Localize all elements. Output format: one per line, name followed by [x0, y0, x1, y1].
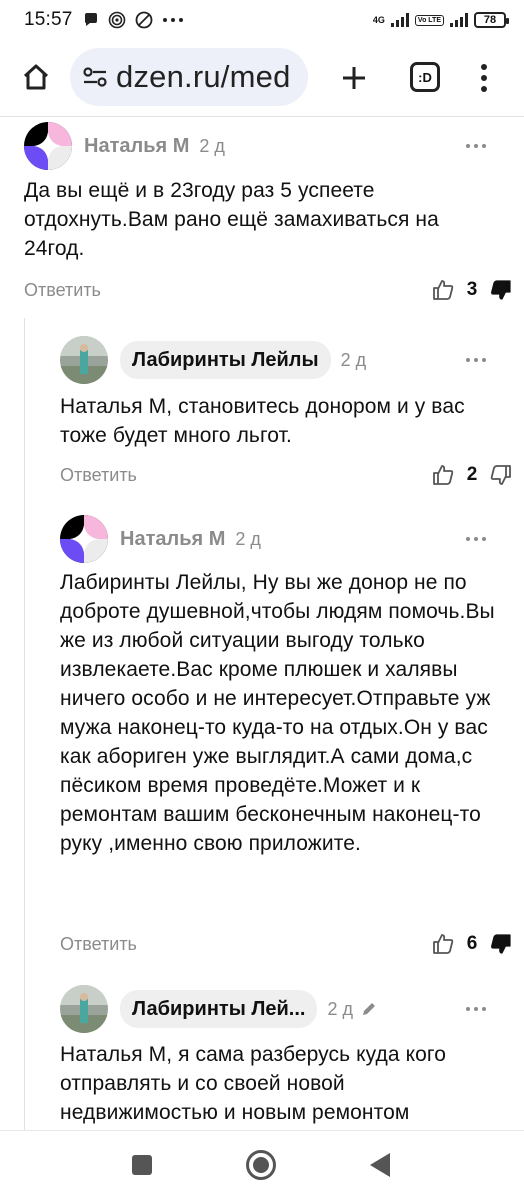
comment-more-button[interactable] [466, 144, 486, 148]
comment-date: 2 д [327, 998, 353, 1019]
votes: 2 [432, 464, 512, 486]
comment-actions: Ответить 3 [24, 278, 511, 302]
network-type: 4G [372, 14, 385, 25]
comment-date: 2 д [235, 528, 261, 549]
like-count: 2 [466, 464, 478, 485]
comment-header: Наталья М 2 д [60, 515, 261, 563]
dislike-icon[interactable] [490, 279, 512, 301]
like-icon[interactable] [432, 279, 454, 301]
comment-date: 2 д [199, 135, 225, 156]
more-notifications-icon [162, 18, 183, 22]
dislike-icon[interactable] [490, 464, 512, 486]
notification-icons [83, 11, 184, 29]
comment-text: Наталья М, я сама разберусь куда кого от… [60, 1043, 446, 1124]
comment-text: Наталья М, становитесь донором и у вас т… [60, 395, 465, 447]
new-tab-button[interactable] [336, 60, 372, 96]
thread-line [24, 318, 25, 1138]
like-icon[interactable] [432, 464, 454, 486]
comment-author[interactable]: Наталья М [120, 528, 225, 551]
reply-button[interactable]: Ответить [60, 934, 137, 955]
avatar[interactable] [60, 985, 108, 1033]
system-icons: 4G Vo LTE 78 [372, 12, 509, 28]
comment-more-button[interactable] [466, 1007, 486, 1011]
like-count: 3 [466, 279, 478, 300]
dislike-icon[interactable] [490, 933, 512, 955]
comment-author[interactable]: Наталья М [84, 135, 189, 158]
no-sim-icon [135, 11, 152, 29]
comment-date: 2 д [340, 349, 367, 370]
browser-toolbar: dzen.ru/med :D [0, 40, 524, 116]
battery-icon: 78 [474, 12, 509, 28]
back-button[interactable] [370, 1153, 390, 1177]
divider [0, 116, 524, 117]
address-bar[interactable]: dzen.ru/med [70, 48, 308, 106]
chat-bubble-icon [84, 13, 97, 26]
comment-header: Лабиринты Лейлы 2 д [60, 336, 366, 384]
home-icon [23, 64, 49, 90]
like-count: 6 [466, 933, 478, 954]
comment-header: Наталья М 2 д [24, 122, 225, 170]
comment-actions: Ответить 2 [60, 463, 511, 487]
signal-icon [390, 13, 409, 27]
recent-apps-button[interactable] [132, 1155, 152, 1175]
reply-button[interactable]: Ответить [24, 280, 101, 301]
like-icon[interactable] [432, 933, 454, 955]
votes: 6 [432, 933, 512, 955]
comment-text: Да вы ещё и в 23году раз 5 успеете отдох… [24, 179, 439, 260]
tabs-button[interactable]: :D [410, 62, 440, 92]
browser-menu-button[interactable] [472, 60, 496, 96]
site-settings-icon[interactable] [82, 66, 108, 88]
comment-more-button[interactable] [466, 358, 486, 362]
spiral-icon [108, 11, 125, 29]
comment-author[interactable]: Лабиринты Лейлы [120, 341, 331, 379]
edited-pencil-icon [362, 1003, 375, 1015]
plus-icon [343, 67, 365, 89]
system-nav-bar [0, 1131, 524, 1200]
status-bar: 15:57 4G Vo LTE 78 [0, 0, 524, 40]
signal-icon [450, 13, 468, 27]
url-text: dzen.ru/med [116, 59, 291, 94]
votes: 3 [432, 279, 512, 301]
avatar[interactable] [24, 122, 72, 170]
volte-badge: Vo LTE [414, 14, 444, 26]
avatar[interactable] [60, 515, 108, 563]
comment-more-button[interactable] [466, 537, 486, 541]
comment-text: Лабиринты Лейлы, Ну вы же донор не по до… [60, 571, 495, 855]
comment-author[interactable]: Лабиринты Лей... [120, 990, 318, 1028]
avatar[interactable] [60, 336, 108, 384]
reply-button[interactable]: Ответить [60, 465, 137, 486]
status-time: 15:57 [24, 9, 73, 30]
comment-actions: Ответить 6 [60, 932, 511, 956]
home-button[interactable] [18, 59, 54, 95]
tabs-label: :D [418, 69, 432, 85]
battery-level: 78 [483, 14, 497, 26]
nav-home-button[interactable] [246, 1150, 276, 1180]
comment-header: Лабиринты Лей... 2 д [60, 985, 377, 1033]
